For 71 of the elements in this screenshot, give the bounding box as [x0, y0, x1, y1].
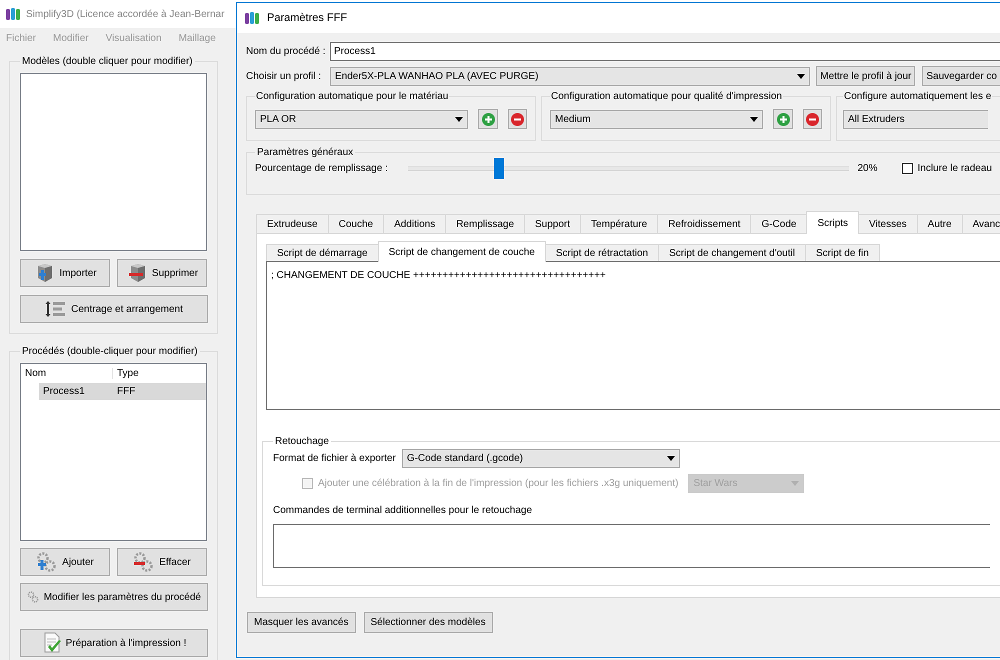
field-label: Format de fichier à exporter [273, 453, 396, 464]
prepare-button[interactable]: Préparation à l'impression ! [20, 629, 208, 657]
models-list[interactable] [20, 73, 207, 251]
delete-button[interactable]: Supprimer [117, 259, 207, 287]
slider-reading: 20% [857, 163, 878, 174]
field-label: Commandes de terminal additionnelles pour le retouchage [273, 505, 534, 516]
window-title: Simplify3D (Licence accordée à Jean-Bernar [26, 8, 224, 20]
update-profile-button[interactable]: Mettre le profil à jour [816, 66, 916, 86]
panel-title: Retouchage [274, 436, 330, 447]
add-button[interactable] [773, 109, 793, 129]
field-label: Choisir un profil : [246, 70, 322, 82]
tab[interactable]: Script de changement de couche [378, 241, 546, 262]
tab[interactable]: Script de fin [804, 244, 880, 262]
table-cell-text: Process1 [42, 386, 86, 397]
commands-field[interactable] [273, 524, 990, 568]
panel-title: Configuration automatique pour le matériau [255, 91, 450, 102]
config-dropdown[interactable]: All Extruders [843, 110, 988, 128]
checkbox[interactable] [902, 163, 912, 174]
plus-icon [776, 112, 790, 126]
minus-icon [510, 112, 524, 126]
panel-title: Configure automatiquement les e [843, 91, 992, 102]
tab[interactable]: Scripts [806, 211, 860, 234]
caret-icon [750, 116, 758, 122]
slider-thumb[interactable] [494, 158, 504, 179]
save-profile-button[interactable]: Sauvegarder co [922, 66, 1000, 86]
panel-title: Paramètres généraux [256, 147, 354, 158]
import-button[interactable]: Importer [20, 259, 110, 287]
dialog-title: Paramètres FFF [267, 12, 348, 24]
app-logo-icon [245, 11, 259, 25]
hide-advanced-button[interactable]: Masquer les avancés [247, 612, 356, 633]
tab[interactable]: Extrudeuse [256, 214, 329, 234]
gears-minus-icon [133, 552, 156, 572]
export-format-dropdown[interactable]: G-Code standard (.gcode) [402, 449, 680, 468]
tab[interactable]: Script de démarrage [266, 244, 379, 262]
profile-dropdown[interactable]: Ender5X-PLA WANHAO PLA (AVEC PURGE) [330, 66, 810, 86]
plus-icon [482, 112, 495, 126]
minus-icon [806, 112, 819, 126]
remove-button[interactable] [802, 109, 822, 129]
caret-icon [666, 456, 675, 461]
column-header[interactable]: Nom [21, 368, 113, 379]
process-row[interactable]: Process1 FFF [39, 383, 206, 400]
gears-plus-icon [36, 552, 58, 572]
panel-title: Configuration automatique pour qualité d'impression [550, 91, 783, 102]
caret-icon [791, 481, 800, 486]
panel-title: Procédés (double-cliquer pour modifier) [21, 346, 199, 357]
field-label: Pourcentage de remplissage : [255, 163, 388, 174]
arrange-button[interactable]: Centrage et arrangement [20, 295, 208, 323]
remove-button[interactable]: Effacer [117, 548, 207, 576]
caret-icon [455, 116, 464, 122]
script-editor[interactable]: ; CHANGEMENT DE COUCHE +++++++++++++++++++++++++++++++++ [266, 261, 1000, 410]
remove-button[interactable] [508, 109, 528, 129]
app-logo-icon [6, 7, 20, 21]
document-check-icon [42, 632, 62, 654]
table-cell: FFF [117, 386, 136, 397]
select-models-button[interactable]: Sélectionner des modèles [364, 612, 493, 633]
edit-button[interactable]: Modifier les paramètres du procédé [20, 583, 208, 611]
column-header[interactable]: Type [113, 368, 139, 379]
checkbox-label: Ajouter une célébration à la fin de l'impression (pour les fichiers .x3g uniquement) [318, 478, 678, 489]
script-text: ; CHANGEMENT DE COUCHE +++++++++++++++++++++++++++++++++ [271, 270, 606, 281]
config-dropdown[interactable]: Medium [550, 110, 764, 128]
process-name-field[interactable]: Process1 [330, 42, 1000, 61]
tab[interactable]: Script de changement d'outil [658, 244, 806, 262]
caret-icon [797, 74, 806, 78]
arrange-icon [45, 300, 68, 318]
checkbox-label: Inclure le radeau [918, 163, 992, 174]
add-button[interactable] [478, 109, 498, 129]
tab[interactable]: Script de rétractation [544, 244, 660, 262]
panel-title: Modèles (double cliquer pour modifier) [21, 56, 194, 67]
field-label: Nom du procédé : [246, 46, 326, 57]
config-dropdown[interactable]: PLA OR [255, 110, 468, 128]
add-button[interactable]: Ajouter [20, 548, 110, 576]
